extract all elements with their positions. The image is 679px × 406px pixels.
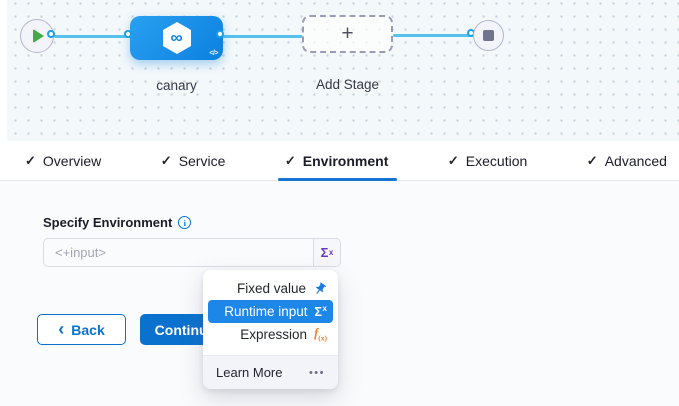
pipeline-stage-editor: ∞ </> + canary Add Stage ✓ Overview ✓ Se… — [0, 0, 679, 406]
sigma-sup: x — [329, 248, 333, 257]
input-type-selector-button[interactable]: Σx — [313, 239, 340, 266]
expression-icon: f(x) — [314, 326, 327, 343]
canvas-left-gutter — [0, 0, 7, 141]
check-icon: ✓ — [285, 153, 296, 169]
pipeline-end-node[interactable] — [473, 20, 504, 51]
tab-execution[interactable]: ✓ Execution — [448, 141, 527, 181]
tab-advanced[interactable]: ✓ Advanced — [587, 141, 667, 181]
connector-dot[interactable] — [216, 30, 224, 38]
info-icon[interactable]: i — [178, 216, 191, 229]
option-runtime-input[interactable]: Runtime input Σx — [208, 300, 333, 323]
stage-tabbar: ✓ Overview ✓ Service ✓ Environment ✓ Exe… — [0, 141, 679, 181]
pipeline-canvas: ∞ </> + canary Add Stage — [0, 0, 679, 141]
tab-label: Service — [179, 153, 226, 169]
plus-icon: + — [341, 23, 353, 44]
option-label: Expression — [240, 327, 307, 342]
tab-label: Environment — [303, 153, 389, 169]
environment-input[interactable] — [44, 239, 313, 266]
chevron-left-icon: ‹ — [58, 320, 64, 338]
stage-name-label: canary — [130, 78, 223, 93]
footer-buttons: ‹ Back Continue — [37, 314, 230, 345]
add-stage-button[interactable]: + — [302, 15, 393, 53]
connector-dot[interactable] — [47, 30, 55, 38]
stop-icon — [483, 30, 494, 41]
play-icon — [33, 29, 44, 43]
specify-environment-row: Specify Environment i — [43, 215, 191, 230]
input-type-options: Fixed value Runtime input Σx Expression … — [203, 270, 338, 355]
option-label: Fixed value — [237, 281, 306, 296]
check-icon: ✓ — [25, 153, 36, 169]
tab-label: Advanced — [605, 153, 667, 169]
infinity-glyph: ∞ — [170, 29, 182, 46]
option-fixed-value[interactable]: Fixed value — [208, 277, 333, 300]
connector-line — [393, 34, 474, 37]
specify-environment-label: Specify Environment — [43, 215, 172, 230]
check-icon: ✓ — [587, 153, 598, 169]
code-icon[interactable]: </> — [209, 50, 218, 57]
environment-input-group: Σx — [43, 238, 341, 267]
tab-service[interactable]: ✓ Service — [161, 141, 226, 181]
check-icon: ✓ — [161, 153, 172, 169]
option-label: Runtime input — [224, 304, 307, 319]
learn-more-link[interactable]: Learn More — [216, 365, 282, 380]
harness-cd-icon: ∞ — [161, 21, 193, 55]
pin-icon — [313, 282, 327, 296]
tab-label: Overview — [43, 153, 101, 169]
stage-node-canary[interactable]: ∞ </> — [130, 16, 223, 60]
environment-tab-content: Specify Environment i Σx ‹ Back Continue… — [0, 182, 679, 406]
sigma-icon: Σx — [315, 304, 327, 319]
connector-line — [54, 35, 132, 38]
check-icon: ✓ — [448, 153, 459, 169]
connector-dot[interactable] — [124, 30, 132, 38]
tab-environment[interactable]: ✓ Environment — [285, 141, 388, 181]
more-options-icon[interactable]: ••• — [309, 367, 325, 379]
sigma-glyph: Σ — [321, 245, 329, 260]
option-expression[interactable]: Expression f(x) — [208, 323, 333, 346]
connector-line — [222, 35, 303, 38]
add-stage-label: Add Stage — [300, 77, 395, 92]
tab-overview[interactable]: ✓ Overview — [25, 141, 101, 181]
tab-label: Execution — [466, 153, 527, 169]
input-type-dropdown: Fixed value Runtime input Σx Expression … — [203, 270, 338, 389]
dropdown-footer: Learn More ••• — [203, 355, 338, 389]
back-button[interactable]: ‹ Back — [37, 314, 126, 345]
back-label: Back — [71, 322, 104, 338]
